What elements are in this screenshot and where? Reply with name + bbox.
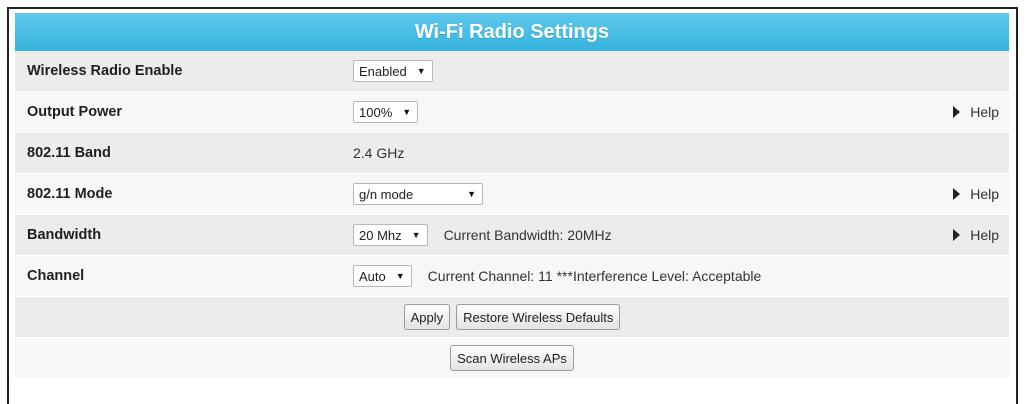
mode-help-link[interactable]: Help [953,186,999,202]
action-button-group: Apply Restore Wireless Defaults [403,304,621,330]
channel-selected: Auto [359,268,386,284]
help-label: Help [970,186,999,202]
dropdown-arrow-icon: ▼ [416,66,426,76]
row-output-power: Output Power 100% ▼ Help [15,92,1009,133]
channel-select[interactable]: Auto ▼ [353,265,412,287]
bandwidth-select[interactable]: 20 Mhz ▼ [353,224,428,246]
row-channel: Channel Auto ▼ Current Channel: 11 ***In… [15,256,1009,297]
wireless-radio-enable-selected: Enabled [359,63,407,79]
wireless-radio-enable-value: Enabled ▼ [353,60,433,82]
dropdown-arrow-icon: ▼ [411,230,421,240]
channel-label: Channel [27,268,85,284]
bandwidth-selected: 20 Mhz [359,227,402,243]
scan-wireless-aps-button[interactable]: Scan Wireless APs [450,345,574,371]
dropdown-arrow-icon: ▼ [402,107,412,117]
current-channel-text: Current Channel: 11 ***Interference Leve… [427,268,762,284]
mode-label: 802.11 Mode [27,186,113,202]
output-power-selected: 100% [359,104,393,120]
help-label: Help [970,104,999,120]
row-scan: Scan Wireless APs [15,338,1009,379]
wireless-radio-enable-label: Wireless Radio Enable [27,63,183,79]
bandwidth-help-link[interactable]: Help [953,227,999,243]
mode-selected: g/n mode [359,186,414,202]
row-wireless-radio-enable: Wireless Radio Enable Enabled ▼ [15,51,1009,92]
output-power-help-link[interactable]: Help [953,104,999,120]
bandwidth-label: Bandwidth [27,227,102,243]
wifi-radio-settings-panel: Wi-Fi Radio Settings Wireless Radio Enab… [15,13,1009,379]
play-triangle-icon [953,106,961,118]
band-value-container: 2.4 GHz [353,145,404,161]
band-label: 802.11 Band [27,145,111,161]
play-triangle-icon [953,229,961,241]
wireless-radio-enable-select[interactable]: Enabled ▼ [353,60,433,82]
apply-button[interactable]: Apply [403,304,451,330]
mode-select[interactable]: g/n mode ▼ [353,183,483,205]
output-power-select[interactable]: 100% ▼ [353,101,419,123]
row-bandwidth: Bandwidth 20 Mhz ▼ Current Bandwidth: 20… [15,215,1009,256]
play-triangle-icon [953,188,961,200]
restore-wireless-defaults-button[interactable]: Restore Wireless Defaults [456,304,621,330]
row-actions: Apply Restore Wireless Defaults [15,297,1009,338]
current-bandwidth-text: Current Bandwidth: 20MHz [443,227,612,243]
row-802-11-mode: 802.11 Mode g/n mode ▼ Help [15,174,1009,215]
output-power-label: Output Power [27,104,123,120]
output-power-value: 100% ▼ [353,101,419,123]
dropdown-arrow-icon: ▼ [467,189,476,199]
bandwidth-value: 20 Mhz ▼ Current Bandwidth: 20MHz [353,224,612,246]
help-label: Help [970,227,999,243]
band-value: 2.4 GHz [353,145,405,161]
mode-value: g/n mode ▼ [353,183,483,205]
row-802-11-band: 802.11 Band 2.4 GHz [15,133,1009,174]
channel-value: Auto ▼ Current Channel: 11 ***Interferen… [353,265,761,287]
panel-title: Wi-Fi Radio Settings [15,13,1009,51]
dropdown-arrow-icon: ▼ [395,271,405,281]
